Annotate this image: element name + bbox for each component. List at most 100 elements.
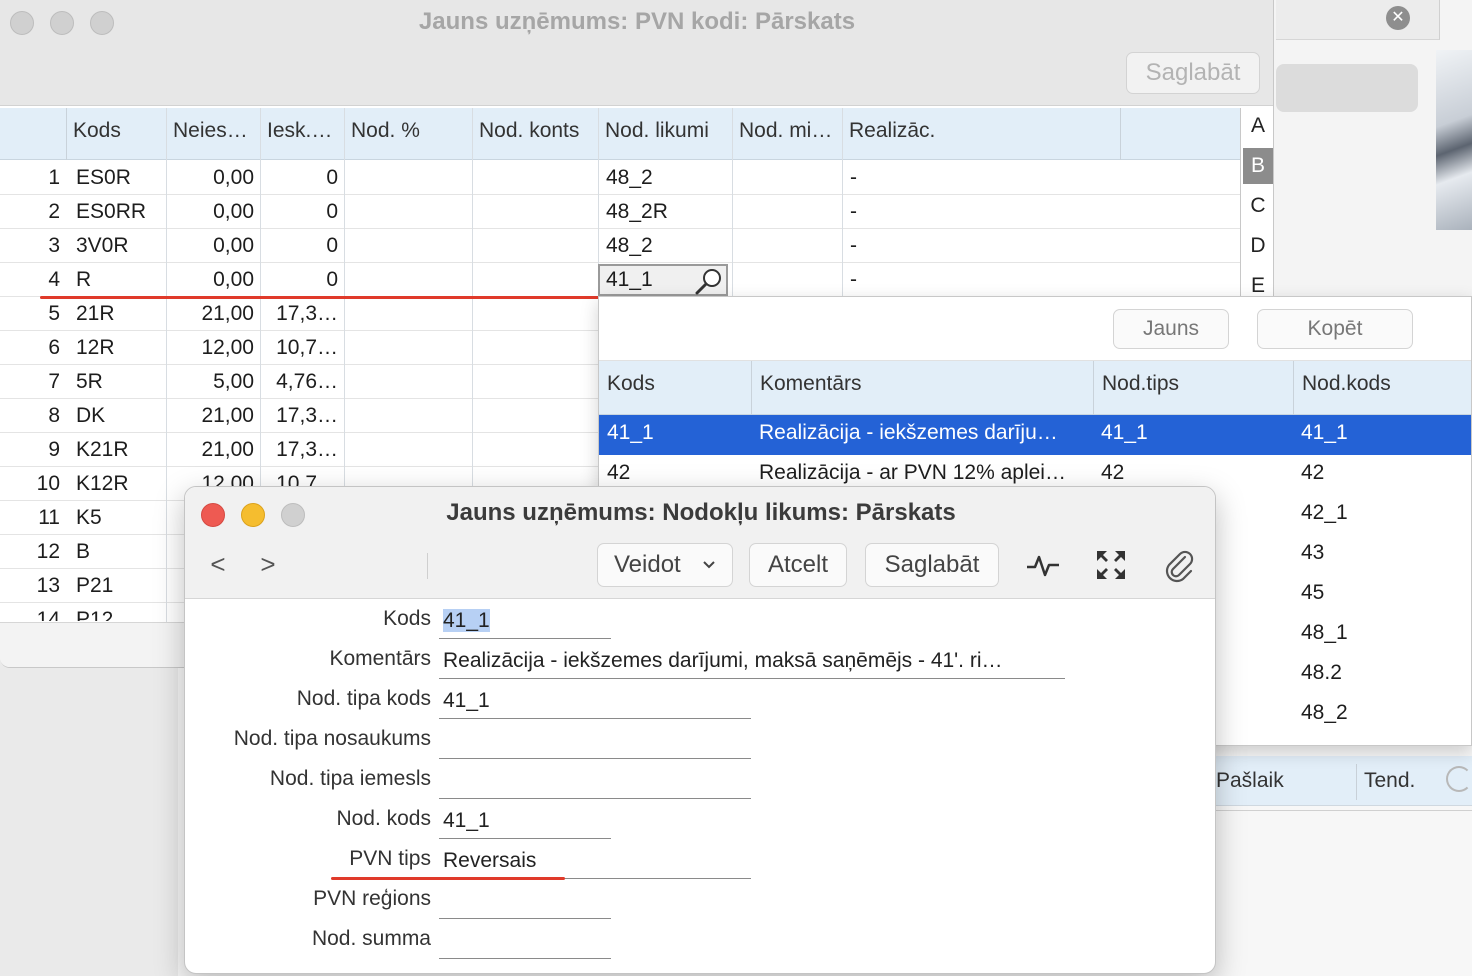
cell-kods[interactable]: DK — [70, 399, 166, 433]
row-number[interactable]: 2 — [0, 195, 66, 229]
cell-kods[interactable]: 3V0R — [70, 229, 166, 263]
cell-neies[interactable]: 0,00 — [166, 263, 260, 297]
cell-neies[interactable]: 21,00 — [166, 399, 260, 433]
column-header-nod-likumi[interactable]: Nod. likumi — [598, 108, 732, 160]
create-dropdown-button[interactable]: Veidot — [597, 543, 733, 587]
cell-iesk[interactable]: 10,7… — [260, 331, 344, 365]
activity-icon[interactable] — [1025, 547, 1061, 583]
column-header-kods[interactable]: Kods — [599, 361, 751, 415]
cell-kods[interactable]: P12 — [70, 603, 166, 621]
cell-iesk[interactable]: 17,3… — [260, 399, 344, 433]
field-input[interactable]: 41_1 — [439, 605, 611, 639]
expand-icon[interactable] — [1093, 547, 1129, 583]
cell-neies[interactable]: 21,00 — [166, 433, 260, 467]
field-input[interactable]: 41_1 — [439, 685, 751, 719]
column-header-nod-tips[interactable]: Nod.tips — [1093, 361, 1293, 415]
table-row[interactable]: 3 3V0R 0,00 0 48_2 - — [0, 229, 1240, 263]
table-row[interactable]: 2 ES0RR 0,00 0 48_2R - — [0, 195, 1240, 229]
cell-kods[interactable]: B — [70, 535, 166, 569]
column-header-nod-percent[interactable]: Nod. % — [344, 108, 472, 160]
list-item[interactable]: 41_1 Realizācija - iekšzemes darīju… 41_1 4… — [599, 415, 1471, 455]
cell-kods[interactable]: ES0RR — [70, 195, 166, 229]
field-input[interactable] — [439, 925, 611, 959]
back-chevron-icon[interactable]: < — [203, 547, 233, 583]
column-header-nod-kods[interactable]: Nod.kods — [1293, 361, 1471, 415]
alphabet-letter[interactable]: D — [1243, 228, 1273, 264]
column-header-komentars[interactable]: Komentārs — [751, 361, 1093, 415]
save-button[interactable]: Saglabāt — [1126, 52, 1260, 94]
cell-kods[interactable]: K21R — [70, 433, 166, 467]
row-number[interactable]: 11 — [0, 501, 66, 535]
save-button[interactable]: Saglabāt — [865, 543, 999, 587]
copy-button[interactable]: Kopēt — [1257, 309, 1413, 349]
cell-neies[interactable]: 5,00 — [166, 365, 260, 399]
new-button[interactable]: Jauns — [1113, 309, 1229, 349]
row-number[interactable]: 10 — [0, 467, 66, 501]
alphabet-letter[interactable]: A — [1243, 108, 1273, 144]
column-header-nod-konts[interactable]: Nod. konts — [472, 108, 598, 160]
cell-realizac[interactable]: - — [844, 263, 964, 297]
cell-realizac[interactable]: - — [844, 195, 964, 229]
field-input[interactable]: 41_1 — [439, 805, 611, 839]
cell-neies[interactable]: 0,00 — [166, 161, 260, 195]
column-header-kods[interactable]: Kods — [66, 108, 166, 160]
nod-likumi-lookup-cell[interactable]: 41_1 — [598, 264, 728, 296]
cell-iesk[interactable]: 0 — [260, 263, 344, 297]
cell-iesk[interactable]: 17,3… — [260, 433, 344, 467]
cell-neies[interactable]: 0,00 — [166, 229, 260, 263]
row-number[interactable]: 14 — [0, 603, 66, 621]
cell-nod-likumi[interactable]: 48_2R — [600, 195, 730, 229]
magnifier-icon[interactable] — [694, 267, 724, 295]
table-row[interactable]: 1 ES0R 0,00 0 48_2 - — [0, 161, 1240, 195]
cell-kods[interactable]: K5 — [70, 501, 166, 535]
cell-nod-likumi[interactable]: 48_2 — [600, 161, 730, 195]
cell-kods[interactable]: 21R — [70, 297, 166, 331]
column-header-realizac[interactable]: Realizāc. — [842, 108, 1120, 160]
alphabet-letter[interactable]: B — [1243, 148, 1273, 184]
cell-iesk[interactable]: 0 — [260, 195, 344, 229]
field-input[interactable] — [439, 885, 611, 919]
cell-iesk[interactable]: 0 — [260, 161, 344, 195]
field-input[interactable] — [439, 765, 751, 799]
row-number[interactable]: 6 — [0, 331, 66, 365]
column-header-neies[interactable]: Neies… — [166, 108, 260, 160]
row-number[interactable]: 7 — [0, 365, 66, 399]
cell-kods[interactable]: 12R — [70, 331, 166, 365]
cancel-button[interactable]: Atcelt — [749, 543, 847, 587]
row-number[interactable]: 8 — [0, 399, 66, 433]
cell-kods[interactable]: 5R — [70, 365, 166, 399]
row-number[interactable]: 13 — [0, 569, 66, 603]
alphabet-letter[interactable]: C — [1243, 188, 1273, 224]
cell-nod-likumi[interactable]: 48_2 — [600, 229, 730, 263]
cell-iesk[interactable]: 0 — [260, 229, 344, 263]
row-number[interactable]: 3 — [0, 229, 66, 263]
cell-iesk[interactable]: 4,76… — [260, 365, 344, 399]
row-number[interactable]: 5 — [0, 297, 66, 331]
cell-kods[interactable]: K12R — [70, 467, 166, 501]
column-header-paslaik[interactable]: Pašlaik — [1216, 769, 1284, 793]
row-number[interactable]: 9 — [0, 433, 66, 467]
background-search-field[interactable] — [1276, 64, 1418, 112]
paperclip-icon[interactable] — [1161, 547, 1197, 583]
cell-neies[interactable]: 12,00 — [166, 331, 260, 365]
row-number[interactable]: 1 — [0, 161, 66, 195]
forward-chevron-icon[interactable]: > — [253, 547, 283, 583]
refresh-icon[interactable] — [1446, 766, 1472, 792]
cell-realizac[interactable]: - — [844, 229, 964, 263]
row-number[interactable]: 12 — [0, 535, 66, 569]
field-input[interactable] — [439, 725, 751, 759]
field-input[interactable]: Reversais — [439, 845, 751, 879]
cell-kods[interactable]: ES0R — [70, 161, 166, 195]
cell-neies[interactable]: 21,00 — [166, 297, 260, 331]
field-input[interactable]: Realizācija - iekšzemes darījumi, maksā … — [439, 645, 1065, 679]
column-header-nod-mi[interactable]: Nod. mi… — [732, 108, 842, 160]
row-number[interactable]: 4 — [0, 263, 66, 297]
cell-neies[interactable]: 0,00 — [166, 195, 260, 229]
cell-kods[interactable]: R — [70, 263, 166, 297]
cell-iesk[interactable]: 17,3… — [260, 297, 344, 331]
cell-kods[interactable]: P21 — [70, 569, 166, 603]
cell-realizac[interactable]: - — [844, 161, 964, 195]
column-header-iesk[interactable]: Iesk.… — [260, 108, 344, 160]
column-header-tend[interactable]: Tend. — [1364, 769, 1415, 793]
close-icon[interactable]: ✕ — [1386, 6, 1410, 30]
